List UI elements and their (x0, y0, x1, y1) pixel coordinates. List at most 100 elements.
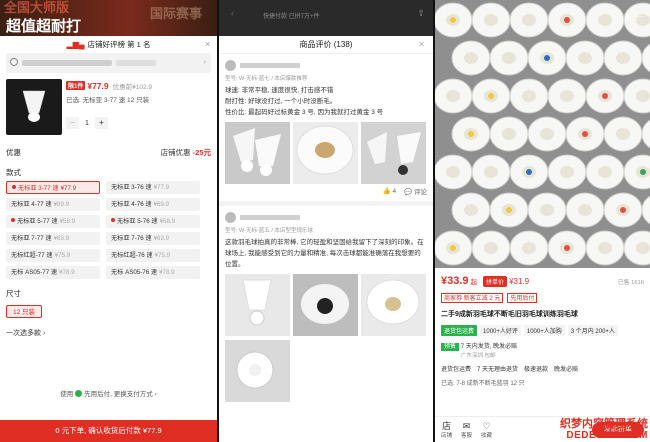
message-icon: ✉ (462, 420, 471, 431)
review-actions: 👍 4 💬 评论 (225, 184, 427, 198)
plus-button[interactable]: + (95, 117, 108, 129)
review-photo[interactable] (293, 122, 358, 184)
comment-button[interactable]: 💬 评论 (404, 186, 427, 196)
price-value: ¥77.9 (87, 81, 109, 91)
banner-right-text: 国际赛事 (150, 6, 203, 21)
hot-dot-icon (11, 218, 15, 222)
review-images (225, 122, 427, 184)
sku-selection-panel: 全国大师版 超值超耐打 国际赛事 ▂▆▄ 店铺好评榜 第 1 名 ✕ › 限1件 ¥… (0, 0, 217, 442)
address-blurred (22, 60, 112, 66)
hot-dot-icon (111, 218, 115, 222)
banner-top-text: 全国大师版 (4, 0, 70, 15)
like-button[interactable]: 👍 4 (383, 187, 397, 195)
review-photo[interactable] (225, 274, 290, 336)
review-photo[interactable] (293, 274, 358, 336)
review-photo[interactable] (225, 122, 290, 184)
selected-spec: 已选: 无标亚 3-77 速 12 只装 (66, 97, 150, 104)
style-chip[interactable]: 无标 AS05-76 速 ¥78.9 (106, 266, 200, 279)
chip-price: ¥69.9 (53, 201, 70, 208)
service-tag: 1000+人加购 (523, 325, 565, 336)
hot-dot-icon (12, 185, 16, 189)
buy-multiple-link[interactable]: 一次选多款 › (6, 328, 211, 338)
review-text: 这款羽毛球拍真的非常棒, 它的轻盈和坚固给我留下了深刻的印象。在球场上, 我能感… (225, 239, 424, 268)
store-icon: 店 (442, 420, 452, 431)
chip-label: 无标亚 4-76 速 (111, 201, 152, 208)
chip-price: ¥58.9 (59, 218, 76, 225)
chip-price: ¥78.9 (59, 269, 75, 276)
style-chip[interactable]: 无标红超-76 速 ¥75.9 (106, 249, 200, 262)
style-chip[interactable]: 无标亚 5-76 速 ¥58.9 (106, 215, 200, 228)
shuttlecock-photo (367, 132, 421, 175)
discount-label: 优惠 (6, 148, 21, 157)
chip-price: ¥77.9 (153, 184, 170, 191)
close-icon[interactable]: ✕ (418, 36, 425, 54)
style-chip[interactable]: 无标 AS05-77 速 ¥78.9 (6, 266, 100, 279)
product-thumbnail[interactable] (6, 79, 62, 135)
price-bar: ¥33.9 起 拼单价 ¥31.9 已售 1616 (435, 271, 650, 291)
share-icon: ⇪ (417, 8, 425, 18)
product-summary: 限1件 ¥77.9 优惠前¥102.9 已选: 无标亚 3-77 速 12 只装 −… (0, 79, 217, 145)
presale-badge: 预售 (441, 343, 460, 351)
style-chip[interactable]: 无标亚 3-77 速 ¥77.9 (6, 181, 100, 194)
back-icon: ‹ (231, 8, 234, 18)
pay-method: 先用后付 (84, 391, 111, 398)
size-chip[interactable]: 12 只装 (6, 305, 43, 318)
minus-button[interactable]: − (66, 117, 79, 129)
presale-row[interactable]: 预售 7 天内发货, 晚发必赔 广东深圳 包邮 (435, 341, 650, 359)
product-photo[interactable]: ‹ ⌕ ⇪ ⋯ (435, 0, 650, 268)
service-button[interactable]: ✉ 客服 (461, 421, 472, 439)
chip-price: ¥77.9 (60, 185, 77, 192)
watermark-line-2: DEDECMS.COM (566, 430, 648, 441)
pay-prefix: 使用 (60, 391, 74, 398)
original-price: 优惠前¥102.9 (112, 84, 153, 91)
promo-badge[interactable]: 商家券 新客立减 2 元 (441, 293, 504, 303)
back-icon[interactable]: ‹ (443, 10, 446, 20)
style-chip[interactable]: 无标亚 4-77 速 ¥69.9 (6, 198, 100, 211)
selected-note[interactable]: 已选: 7-8 成新不断毛蓝羽 12 只 (435, 378, 650, 387)
style-chip[interactable]: 无标亚 7-76 速 ¥63.9 (106, 232, 200, 245)
checkout-button[interactable]: 0 元下单, 确认收货后付款 ¥77.9 (0, 420, 217, 442)
shuttlecock-photo (236, 351, 274, 389)
chip-label: 无标亚 3-77 速 (18, 185, 59, 192)
style-chip[interactable]: 无标亚 7-77 速 ¥63.9 (6, 232, 100, 245)
search-icon[interactable]: ⌕ (613, 12, 617, 22)
comment-label: 评论 (414, 189, 427, 196)
guarantee-row[interactable]: 退货包运费 7 天无理由退货 极速退款 晚发必赔 (435, 364, 650, 373)
banner-main-text: 超值超耐打 (6, 18, 82, 35)
chip-label: 无标 AS05-76 速 (111, 269, 158, 276)
dim-header: ‹ 快捷付款 已拼7万+件 ⇪ (219, 0, 433, 36)
presale-sub: 广东深圳 包邮 (461, 353, 496, 359)
promo-badge[interactable]: 先用后付 (507, 293, 538, 303)
reviews-panel: ‹ 快捷付款 已拼7万+件 ⇪ 商品评价 (138) ✕ 型号: W-无标-蓝七… (219, 0, 433, 442)
review-text: 球速: 非常平稳, 速度很快, 打击感不错 耐打性: 好球没打过, 一个小时没断… (225, 85, 427, 118)
discount-prefix: 店铺优惠 (160, 148, 191, 157)
chip-price: ¥78.9 (159, 269, 175, 276)
chip-label: 无标红超-77 速 (11, 252, 53, 259)
close-icon[interactable]: ✕ (204, 36, 211, 53)
review-line: 耐打性: 好球没打过, 一个小时没断毛。 (225, 98, 337, 105)
chip-label: 无标亚 7-76 速 (111, 235, 152, 242)
pay-method-bar[interactable]: 使用 先用后付, 更换支付方式 › (0, 388, 217, 398)
review-photo[interactable] (361, 122, 426, 184)
chip-label: 无标亚 5-76 速 (117, 218, 158, 225)
store-label: 店铺 (441, 432, 453, 439)
favorite-button[interactable]: ♡ 收藏 (481, 421, 492, 439)
share-icon[interactable]: ⇪ (623, 12, 630, 22)
style-chip[interactable]: 无标亚 4-76 速 ¥69.9 (106, 198, 200, 211)
pay-change: , 更换支付方式 (110, 391, 153, 398)
store-button[interactable]: 店店铺 (441, 421, 452, 439)
style-chip[interactable]: 无标红超-77 速 ¥75.9 (6, 249, 100, 262)
product-detail-panel: ‹ ⌕ ⇪ ⋯ ¥33.9 起 拼单价 ¥31.9 已售 1616 商家券 新客… (435, 0, 650, 442)
address-selector[interactable]: › (6, 53, 211, 73)
review-photo[interactable] (361, 274, 426, 336)
quantity-value: 1 (85, 119, 89, 127)
sku-sheet: ▂▆▄ 店铺好评榜 第 1 名 ✕ › 限1件 ¥77.9 优惠前¥102.9 已选:… (0, 36, 217, 442)
more-icon[interactable]: ⋯ (636, 12, 644, 22)
review-photo[interactable] (225, 340, 290, 402)
style-chip[interactable]: 无标亚 5-77 速 ¥58.9 (6, 215, 100, 228)
watermark: 织梦内容管理系统 DEDECMS.COM (560, 419, 648, 442)
shuttlecock-photo (301, 284, 349, 324)
discount-row[interactable]: 优惠 店铺优惠 -25元 (6, 145, 211, 161)
heart-icon: ♡ (482, 420, 491, 431)
style-chip[interactable]: 无标亚 3-76 速 ¥77.9 (106, 181, 200, 194)
